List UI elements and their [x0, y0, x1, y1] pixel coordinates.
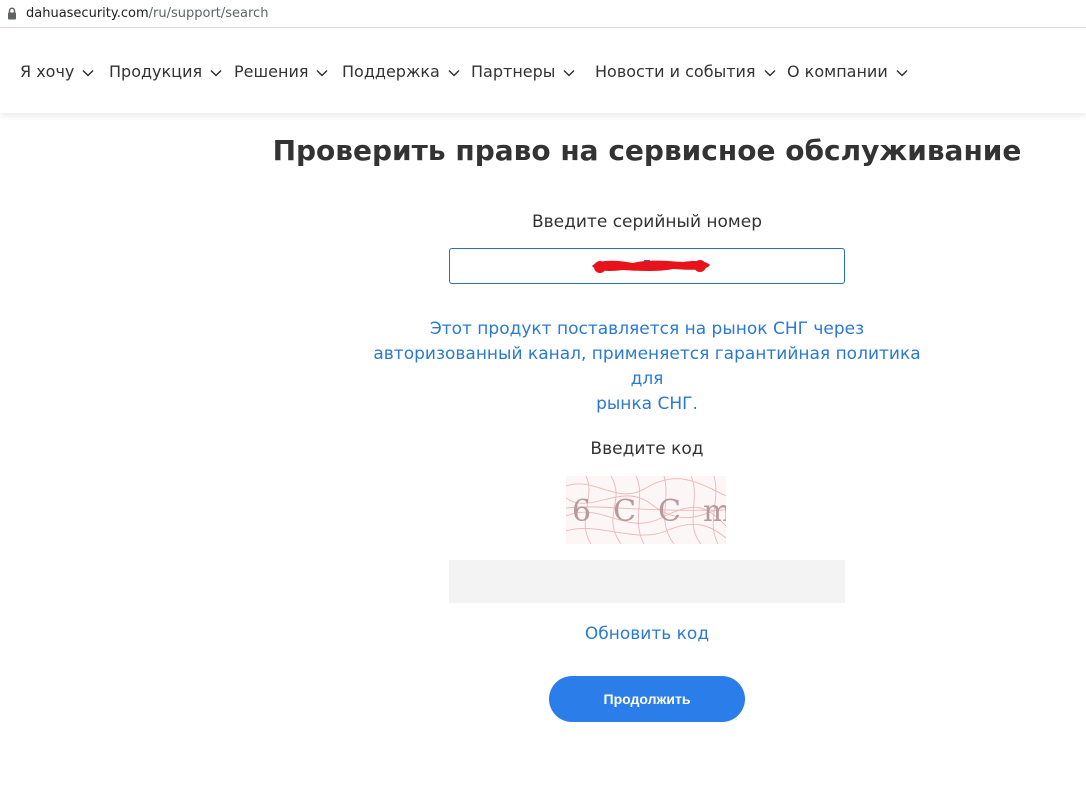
nav-item-label: Решения [234, 61, 309, 81]
url-path: /ru/support/search [148, 6, 269, 21]
serial-number-label: Введите серийный номер [532, 212, 762, 232]
captcha-code-input[interactable] [449, 560, 845, 603]
url-host: dahuasecurity.com [26, 6, 149, 21]
page-title: Проверить право на сервисное обслуживани… [272, 134, 1022, 167]
refresh-code-link[interactable]: Обновить код [449, 624, 845, 644]
lock-icon [7, 7, 17, 21]
info-line: авторизованный канал, применяется гарант… [373, 344, 921, 389]
nav-item-label: Новости и события [595, 61, 756, 81]
nav-item-label: Я хочу [20, 61, 75, 81]
chevron-down-icon [210, 62, 222, 81]
nav-item-label: Партнеры [471, 61, 556, 81]
info-line: рынка СНГ. [596, 394, 698, 414]
continue-button[interactable]: Продолжить [549, 676, 745, 722]
nav-item-support[interactable]: Поддержка [342, 29, 460, 113]
nav-item-news-events[interactable]: Новости и события [595, 29, 776, 113]
nav-item-products[interactable]: Продукция [109, 29, 222, 113]
code-label: Введите код [590, 439, 704, 459]
warranty-info-message: Этот продукт поставляется на рынок СНГ ч… [360, 317, 934, 417]
info-line: Этот продукт поставляется на рынок СНГ ч… [429, 319, 865, 339]
nav-item-i-want[interactable]: Я хочу [20, 29, 94, 113]
chevron-down-icon [563, 62, 575, 81]
chevron-down-icon [896, 62, 908, 81]
nav-item-label: Поддержка [342, 61, 440, 81]
nav-item-about[interactable]: О компании [787, 29, 908, 113]
chevron-down-icon [316, 62, 328, 81]
nav-item-partners[interactable]: Партнеры [471, 29, 575, 113]
chevron-down-icon [764, 62, 776, 81]
captcha-text: 6CCm [572, 494, 726, 529]
redaction-mark [592, 260, 710, 273]
captcha-image: 6CCm [566, 476, 726, 544]
chevron-down-icon [82, 62, 94, 81]
nav-item-label: О компании [787, 61, 888, 81]
browser-address-bar[interactable]: dahuasecurity.com/ru/support/search [0, 0, 1086, 28]
chevron-down-icon [448, 62, 460, 81]
main-navigation: Я хочу Продукция Решения Поддержка Партн… [0, 29, 1086, 113]
nav-item-label: Продукция [109, 61, 203, 81]
nav-item-solutions[interactable]: Решения [234, 29, 328, 113]
